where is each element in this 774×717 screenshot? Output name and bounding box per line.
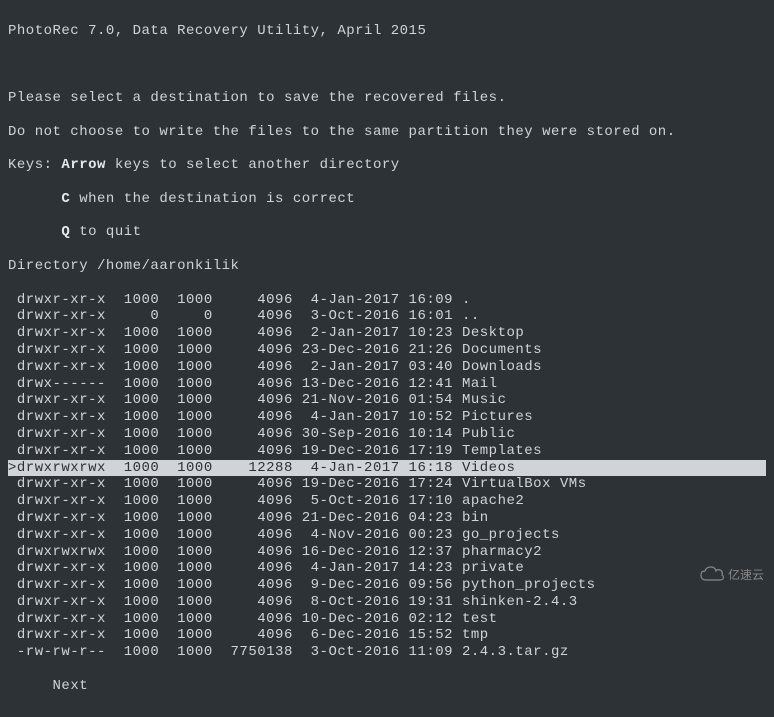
directory-entry[interactable]: drwxr-xr-x 0 0 4096 3-Oct-2016 16:01 .. xyxy=(8,308,766,325)
footer-next[interactable]: Next xyxy=(8,678,766,695)
directory-entry[interactable]: drwxr-xr-x 1000 1000 4096 4-Jan-2017 14:… xyxy=(8,560,766,577)
blank-line xyxy=(8,56,766,73)
arrow-key: Arrow xyxy=(61,157,106,173)
directory-line: Directory /home/aaronkilik xyxy=(8,258,766,275)
directory-entry[interactable]: drwxr-xr-x 1000 1000 4096 2-Jan-2017 10:… xyxy=(8,325,766,342)
directory-entry[interactable]: drwxr-xr-x 1000 1000 4096 4-Jan-2017 10:… xyxy=(8,409,766,426)
instruction-line-1: Please select a destination to save the … xyxy=(8,90,766,107)
keys-q-line: Q to quit xyxy=(8,224,766,241)
directory-entry[interactable]: drwxr-xr-x 1000 1000 4096 6-Dec-2016 15:… xyxy=(8,627,766,644)
directory-entry[interactable]: drwxr-xr-x 1000 1000 4096 21-Dec-2016 04… xyxy=(8,510,766,527)
directory-entry[interactable]: drwxr-xr-x 1000 1000 4096 4-Nov-2016 00:… xyxy=(8,527,766,544)
directory-entry[interactable]: drwxr-xr-x 1000 1000 4096 19-Dec-2016 17… xyxy=(8,443,766,460)
directory-path: /home/aaronkilik xyxy=(97,258,239,274)
directory-entry[interactable]: drwxr-xr-x 1000 1000 4096 4-Jan-2017 16:… xyxy=(8,292,766,309)
directory-entry[interactable]: -rw-rw-r-- 1000 1000 7750138 3-Oct-2016 … xyxy=(8,644,766,661)
cloud-icon xyxy=(700,566,724,585)
q-key: Q xyxy=(61,224,70,240)
directory-entry[interactable]: drwxr-xr-x 1000 1000 4096 19-Dec-2016 17… xyxy=(8,476,766,493)
directory-entry[interactable]: drwxr-xr-x 1000 1000 4096 5-Oct-2016 17:… xyxy=(8,493,766,510)
terminal-screen: PhotoRec 7.0, Data Recovery Utility, Apr… xyxy=(0,0,774,717)
file-list[interactable]: drwxr-xr-x 1000 1000 4096 4-Jan-2017 16:… xyxy=(8,292,766,662)
c-key: C xyxy=(61,191,70,207)
keys-c-line: C when the destination is correct xyxy=(8,191,766,208)
directory-entry-selected[interactable]: >drwxrwxrwx 1000 1000 12288 4-Jan-2017 1… xyxy=(8,460,766,477)
directory-entry[interactable]: drwxr-xr-x 1000 1000 4096 9-Dec-2016 09:… xyxy=(8,577,766,594)
watermark: 亿速云 xyxy=(700,566,764,585)
directory-entry[interactable]: drwx------ 1000 1000 4096 13-Dec-2016 12… xyxy=(8,376,766,393)
app-title: PhotoRec 7.0, Data Recovery Utility, Apr… xyxy=(8,23,766,40)
directory-entry[interactable]: drwxr-xr-x 1000 1000 4096 30-Sep-2016 10… xyxy=(8,426,766,443)
directory-entry[interactable]: drwxr-xr-x 1000 1000 4096 8-Oct-2016 19:… xyxy=(8,594,766,611)
instruction-line-2: Do not choose to write the files to the … xyxy=(8,124,766,141)
directory-entry[interactable]: drwxr-xr-x 1000 1000 4096 23-Dec-2016 21… xyxy=(8,342,766,359)
directory-entry[interactable]: drwxr-xr-x 1000 1000 4096 21-Nov-2016 01… xyxy=(8,392,766,409)
keys-arrow-line: Keys: Arrow keys to select another direc… xyxy=(8,157,766,174)
directory-entry[interactable]: drwxrwxrwx 1000 1000 4096 16-Dec-2016 12… xyxy=(8,544,766,561)
directory-entry[interactable]: drwxr-xr-x 1000 1000 4096 2-Jan-2017 03:… xyxy=(8,359,766,376)
directory-entry[interactable]: drwxr-xr-x 1000 1000 4096 10-Dec-2016 02… xyxy=(8,611,766,628)
